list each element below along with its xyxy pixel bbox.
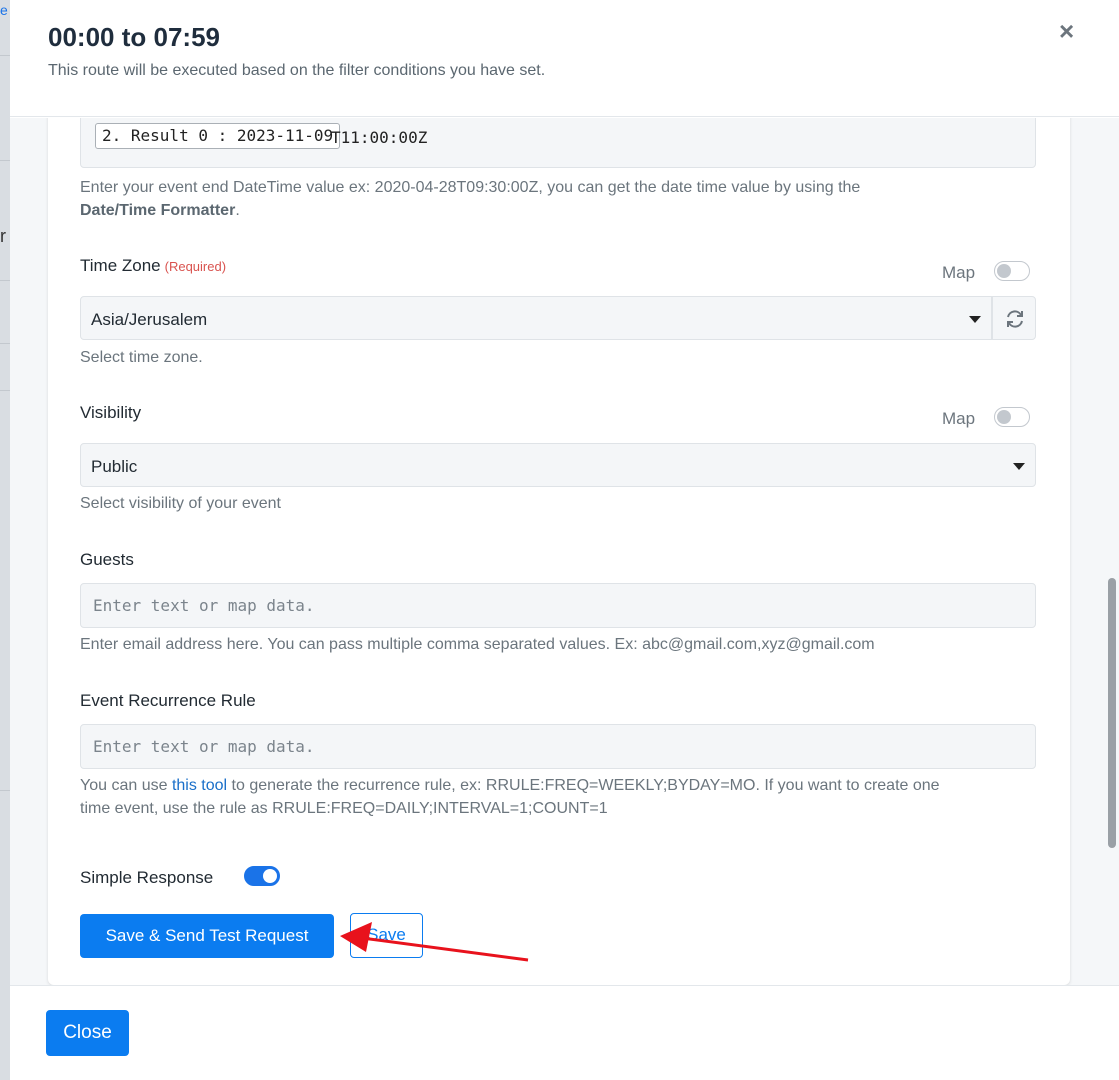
guests-label: Guests	[80, 550, 134, 569]
toggle-knob	[997, 264, 1011, 278]
guests-input[interactable]: Enter text or map data.	[80, 583, 1036, 628]
modal-title: 00:00 to 07:59	[48, 22, 220, 52]
visibility-label: Visibility	[80, 403, 142, 422]
scrollbar-thumb[interactable]	[1108, 578, 1116, 848]
background-divider	[0, 160, 10, 161]
background-divider	[0, 790, 10, 791]
time-zone-map-label: Map	[942, 263, 976, 282]
chevron-down-icon	[969, 316, 981, 323]
time-zone-label: Time Zone (Required)	[80, 256, 226, 276]
modal-subtitle: This route will be executed based on the…	[48, 62, 546, 79]
this-tool-link[interactable]: this tool	[172, 777, 227, 794]
recurrence-placeholder: Enter text or map data.	[93, 737, 315, 756]
background-divider	[0, 343, 10, 344]
save-button[interactable]: Save	[350, 913, 423, 958]
time-zone-help: Select time zone.	[80, 349, 203, 366]
recurrence-help-line2: time event, use the rule as RRULE:FREQ=D…	[80, 800, 608, 817]
toggle-knob	[997, 410, 1011, 424]
route-filter-modal: 00:00 to 07:59 This route will be execut…	[10, 0, 1119, 1080]
action-config-card: 2. Result 0 : 2023-11-09 T11:00:00Z Ente…	[48, 118, 1070, 985]
recurrence-help: You can use this tool to generate the re…	[80, 774, 1040, 820]
simple-response-label: Simple Response	[80, 868, 214, 887]
recurrence-label: Event Recurrence Rule	[80, 691, 256, 710]
time-zone-label-text: Time Zone	[80, 256, 161, 275]
recurrence-help-line1: to generate the recurrence rule, ex: RRU…	[231, 777, 940, 794]
background-divider	[0, 390, 10, 391]
toggle-knob	[263, 869, 277, 883]
recurrence-input[interactable]: Enter text or map data.	[80, 724, 1036, 769]
visibility-map-label: Map	[942, 409, 976, 428]
visibility-value: Public	[91, 457, 138, 476]
mapped-data-token[interactable]: 2. Result 0 : 2023-11-09	[95, 123, 341, 149]
modal-footer: Close	[10, 985, 1119, 1080]
date-time-formatter-label: Date/Time Formatter	[80, 202, 236, 219]
time-zone-select[interactable]: Asia/Jerusalem	[80, 296, 992, 340]
time-zone-value: Asia/Jerusalem	[91, 310, 208, 329]
help-period: .	[235, 202, 240, 219]
time-zone-refresh-button[interactable]	[992, 296, 1036, 340]
background-link-fragment: e	[0, 2, 8, 18]
close-button[interactable]: Close	[46, 1010, 129, 1056]
visibility-help: Select visibility of your event	[80, 495, 281, 512]
save-send-test-request-button[interactable]: Save & Send Test Request	[80, 914, 334, 958]
modal-body: 2. Result 0 : 2023-11-09 T11:00:00Z Ente…	[10, 118, 1119, 985]
visibility-map-toggle[interactable]	[994, 407, 1030, 427]
background-text-fragment: r	[0, 226, 6, 246]
time-zone-map-toggle[interactable]	[994, 261, 1030, 281]
chevron-down-icon	[1013, 463, 1025, 470]
visibility-select[interactable]: Public	[80, 443, 1036, 487]
close-icon[interactable]: ×	[1059, 16, 1074, 47]
end-datetime-field[interactable]: 2. Result 0 : 2023-11-09 T11:00:00Z	[80, 118, 1036, 168]
guests-help: Enter email address here. You can pass m…	[80, 636, 875, 653]
background-page: e r	[0, 0, 10, 1080]
background-divider	[0, 55, 10, 56]
end-datetime-suffix: T11:00:00Z	[331, 128, 428, 147]
required-marker: (Required)	[164, 259, 227, 274]
recurrence-help-prefix: You can use	[80, 777, 168, 794]
simple-response-toggle[interactable]	[244, 866, 280, 886]
modal-header: 00:00 to 07:59 This route will be execut…	[10, 0, 1119, 117]
background-divider	[0, 280, 10, 281]
end-datetime-help: Enter your event end DateTime value ex: …	[80, 176, 1030, 222]
refresh-icon	[1007, 310, 1023, 328]
guests-placeholder: Enter text or map data.	[93, 596, 315, 615]
end-datetime-help-text: Enter your event end DateTime value ex: …	[80, 179, 861, 196]
